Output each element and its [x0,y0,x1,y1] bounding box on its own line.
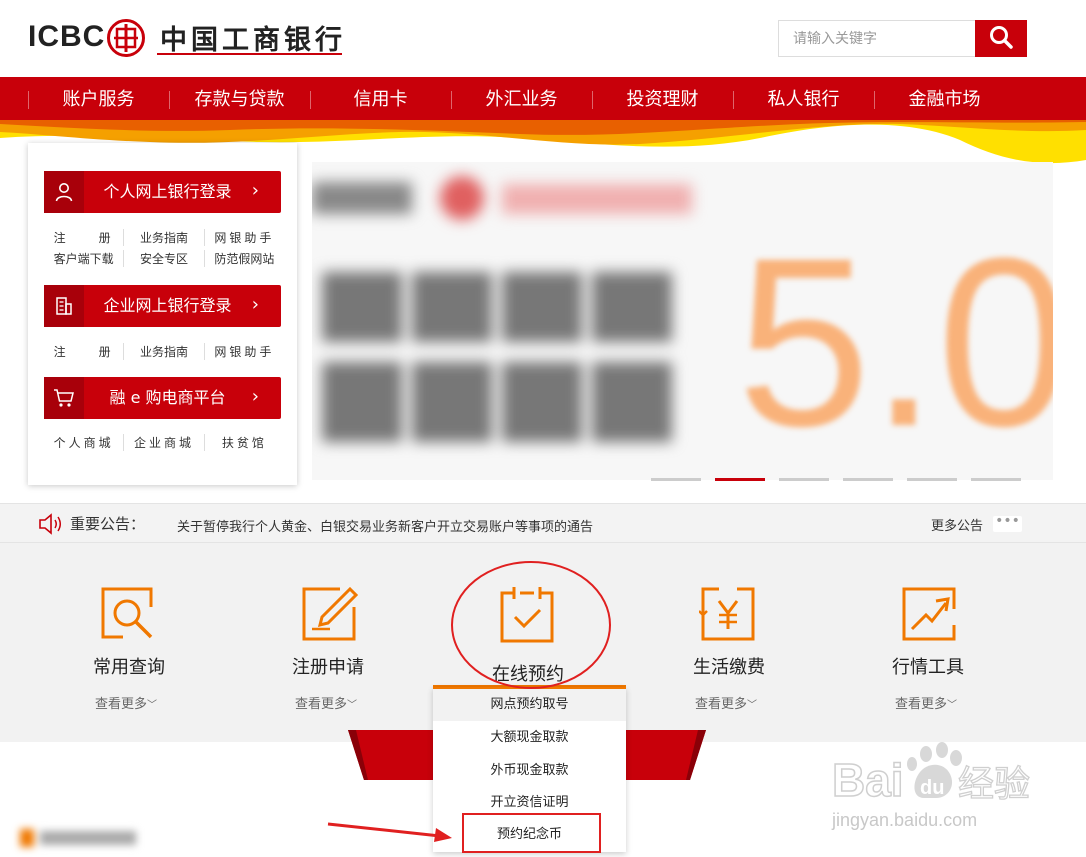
ebank-helper-link[interactable]: 网银助手 [203,343,284,360]
watermark-url: jingyan.baidu.com [831,810,977,830]
icbc-seal-icon[interactable] [106,18,146,58]
chevron-right-icon: › [251,386,259,407]
search-button[interactable] [975,20,1027,57]
ecommerce-platform-button[interactable]: 融 e 购电商平台 › [44,377,281,419]
search-input[interactable] [778,20,975,57]
ecommerce-links-row: 个人商城 企业商城 扶贫馆 [44,434,284,451]
chevron-down-icon: ﹀ [147,700,158,711]
banner-pagination [651,478,1021,481]
dropdown-item-commemorative-coin[interactable]: 预约纪念币 [433,819,626,851]
dropdown-item-large-cash[interactable]: 大额现金取款 [433,722,626,754]
security-zone-link[interactable]: 安全专区 [123,250,203,267]
blurred-section-heading [20,829,136,847]
user-icon [55,183,73,202]
service-more-market[interactable]: 查看更多﹀ [895,693,957,712]
chevron-right-icon: › [251,294,259,315]
chevron-down-icon: ﹀ [747,700,758,711]
nav-item-private-banking[interactable]: 私人银行 [733,77,874,122]
nav-item-deposits-loans[interactable]: 存款与贷款 [169,77,310,122]
service-more-register[interactable]: 查看更多﹀ [295,693,357,712]
dropdown-item-credit-certificate[interactable]: 开立资信证明 [433,787,626,819]
appointment-dropdown: 网点预约取号 大额现金取款 外币现金取款 开立资信证明 预约纪念币 [433,687,626,852]
lb-icon [44,171,84,213]
notice-link[interactable]: 关于暂停我行个人黄金、白银交易业务新客户开立交易账户等事项的通告 [177,516,593,535]
shopping-cart-icon [54,389,74,407]
logo-icbc-text[interactable]: ICBC [28,20,105,54]
dropdown-item-foreign-cash[interactable]: 外币现金取款 [433,755,626,787]
banner-dot[interactable] [779,478,829,481]
corporate-login-label: 企业网上银行登录 [103,296,232,315]
personal-login-label: 个人网上银行登录 [103,182,232,201]
guide-link[interactable]: 业务指南 [123,229,203,246]
notice-bar: 重要公告： 关于暂停我行个人黄金、白银交易业务新客户开立交易账户等事项的通告 更… [0,503,1086,543]
nav-item-financial-market[interactable]: 金融市场 [874,77,1015,122]
trend-chart-icon[interactable] [900,585,958,643]
logo-chinese-name[interactable]: 中国工商银行 [160,18,346,57]
service-more-payment[interactable]: 查看更多﹀ [695,693,757,712]
main-nav: 账户服务 存款与贷款 信用卡 外汇业务 投资理财 私人银行 金融市场 [0,77,1086,122]
guide-link[interactable]: 业务指南 [123,343,203,360]
nav-item-credit-card[interactable]: 信用卡 [310,77,451,122]
service-title-register[interactable]: 注册申请 [292,653,364,679]
banner-big-number: 5.0 [737,208,1053,476]
search-query-icon[interactable] [99,585,157,643]
service-more-label: 查看更多 [895,697,948,712]
watermark-cn: 经验 [958,764,1030,805]
nav-item-forex[interactable]: 外汇业务 [451,77,592,122]
banner-dot[interactable] [971,478,1021,481]
dropdown-item-branch-queue[interactable]: 网点预约取号 [433,689,626,721]
lb-icon [44,285,84,327]
service-more-label: 查看更多 [95,697,148,712]
payment-yuan-icon[interactable] [699,585,757,643]
banner-dot-active[interactable] [715,478,765,481]
personal-links-row-1: 注 册 业务指南 网银助手 [44,229,284,246]
edit-register-icon[interactable] [300,585,358,643]
watermark-brand: Bai [832,754,904,806]
site-header: ICBC 中国工商银行 [0,0,1086,77]
calendar-check-icon[interactable] [498,587,556,645]
poverty-relief-link[interactable]: 扶贫馆 [203,434,284,451]
anti-phishing-link[interactable]: 防范假网站 [203,250,284,267]
banner-dot[interactable] [907,478,957,481]
more-dots-icon[interactable]: ••• [993,514,1022,532]
banner-dot[interactable] [651,478,701,481]
service-title-appointment[interactable]: 在线预约 [492,660,564,686]
personal-mall-link[interactable]: 个人商城 [44,434,123,451]
speaker-icon [39,513,61,535]
client-download-link[interactable]: 客户端下载 [44,250,123,267]
chevron-down-icon: ﹀ [947,700,958,711]
banner-dot[interactable] [843,478,893,481]
service-title-market[interactable]: 行情工具 [892,653,964,679]
service-title-query[interactable]: 常用查询 [93,653,165,679]
notice-title: 重要公告： [70,515,146,533]
lb-icon [44,377,84,419]
watermark-du: du [920,777,944,799]
service-more-label: 查看更多 [695,697,748,712]
register-link[interactable]: 注 册 [44,343,123,360]
search-icon [990,26,1013,49]
register-link[interactable]: 注 册 [44,229,123,246]
building-icon [56,297,72,315]
logo-underline [157,53,342,55]
personal-links-row-2: 客户端下载 安全专区 防范假网站 [44,250,284,267]
corporate-ebank-login-button[interactable]: 企业网上银行登录 › [44,285,281,327]
login-card: 个人网上银行登录 › 注 册 业务指南 网银助手 客户端下载 安全专区 防范假网… [28,143,297,485]
baidu-jingyan-watermark: Bai du 经验 jingyan.baidu.com [831,742,1031,830]
nav-item-investment[interactable]: 投资理财 [592,77,733,122]
chevron-down-icon: ﹀ [347,700,358,711]
corporate-links-row: 注 册 业务指南 网银助手 [44,343,284,360]
personal-ebank-login-button[interactable]: 个人网上银行登录 › [44,171,281,213]
ecommerce-label: 融 e 购电商平台 [109,388,226,407]
nav-item-account[interactable]: 账户服务 [28,77,169,122]
service-title-payment[interactable]: 生活缴费 [693,653,765,679]
chevron-right-icon: › [251,180,259,201]
ebank-helper-link[interactable]: 网银助手 [203,229,284,246]
more-notices-link[interactable]: 更多公告 [931,515,983,534]
promo-banner[interactable]: 5.0 [312,162,1053,480]
service-more-label: 查看更多 [295,697,348,712]
corporate-mall-link[interactable]: 企业商城 [123,434,203,451]
service-more-query[interactable]: 查看更多﹀ [95,693,157,712]
